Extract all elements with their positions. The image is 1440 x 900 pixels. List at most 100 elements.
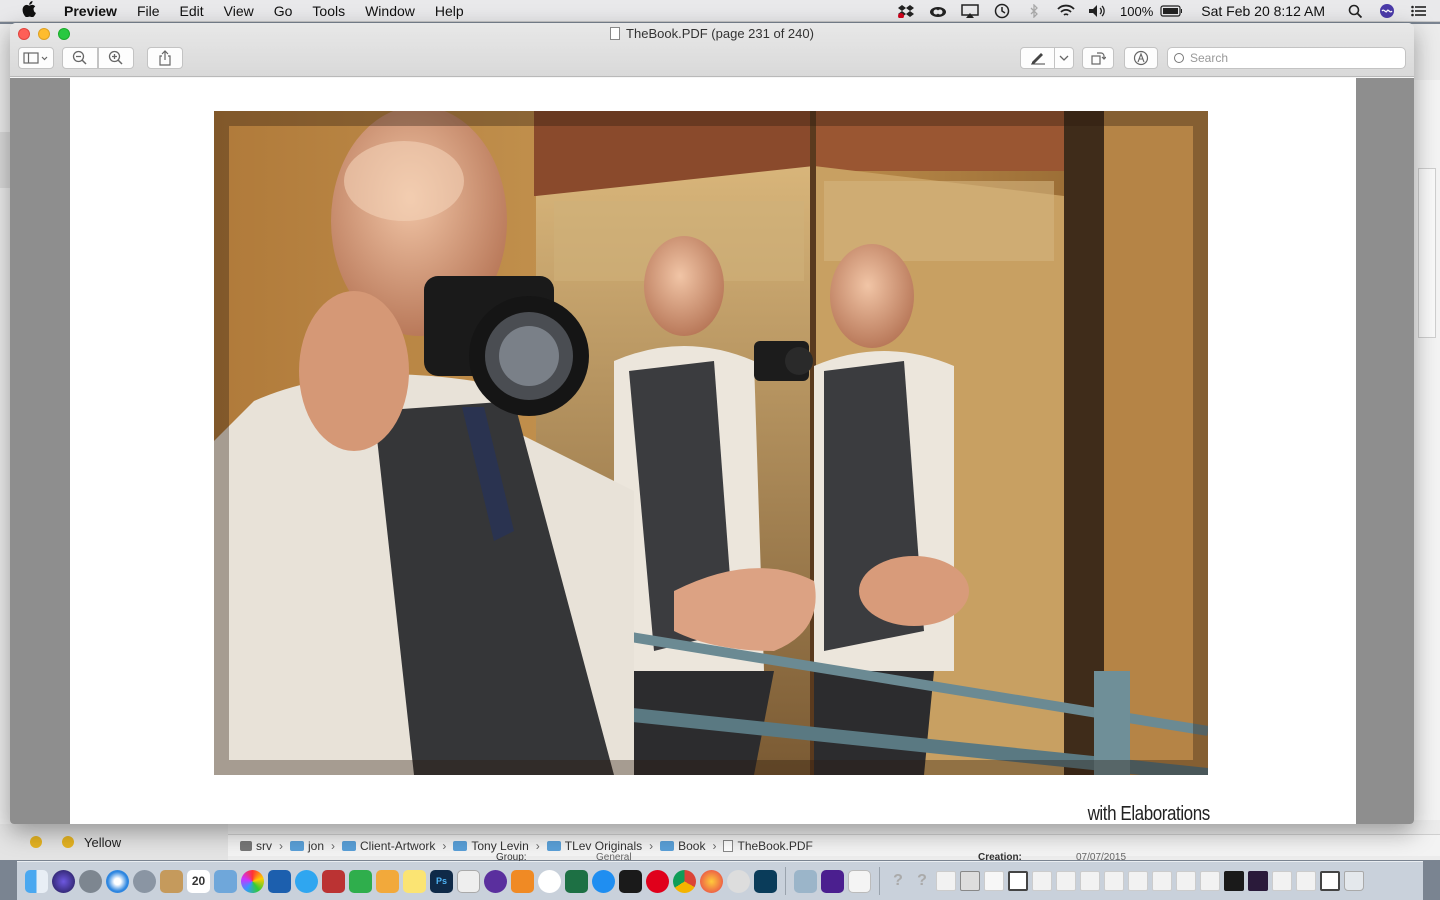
menu-file[interactable]: File [127, 3, 170, 19]
minimized-window-icon[interactable] [1320, 871, 1340, 891]
minimized-window-icon[interactable] [1032, 871, 1052, 891]
chevron-right-icon: › [279, 838, 283, 853]
path-item-jon[interactable]: jon [290, 839, 324, 853]
notes-icon[interactable] [403, 869, 426, 893]
menu-tools[interactable]: Tools [302, 3, 355, 19]
chevron-right-icon: › [712, 838, 717, 853]
volume-icon[interactable] [1087, 3, 1109, 19]
minimized-window-icon[interactable] [960, 871, 980, 891]
minimized-window-icon[interactable] [1056, 871, 1076, 891]
path-item-tlev-originals[interactable]: TLev Originals [546, 839, 642, 853]
markup-dropdown-button[interactable] [1054, 47, 1074, 69]
minimized-window-icon[interactable] [1296, 871, 1316, 891]
menubar-clock[interactable]: Sat Feb 20 8:12 AM [1201, 3, 1325, 19]
disk-utility-icon[interactable] [754, 869, 777, 893]
rotate-button[interactable] [1082, 47, 1114, 69]
launchpad-icon[interactable] [133, 869, 156, 893]
markup-toolbar-button[interactable] [1124, 47, 1158, 69]
photo-booth-icon[interactable] [322, 869, 345, 893]
preview-icon[interactable] [794, 869, 817, 893]
menu-help[interactable]: Help [425, 3, 474, 19]
path-item-srv[interactable]: srv [240, 839, 272, 853]
pdf-document-icon [610, 27, 621, 40]
sidebar-toggle-button[interactable] [18, 47, 54, 69]
photos-icon[interactable] [241, 869, 264, 893]
system-preferences-icon[interactable] [79, 869, 102, 893]
minimized-window-icon[interactable] [1152, 871, 1172, 891]
dock-separator [879, 867, 880, 895]
messenger-icon[interactable] [268, 869, 291, 893]
numbers-icon[interactable] [349, 869, 372, 893]
menu-view[interactable]: View [214, 3, 264, 19]
time-machine-icon[interactable] [991, 3, 1013, 19]
battery-icon[interactable] [1160, 3, 1183, 19]
apple-menu-icon[interactable] [20, 0, 38, 21]
menu-bar: Preview File Edit View Go Tools Window H… [0, 0, 1440, 22]
zoom-out-button[interactable] [62, 47, 98, 69]
path-item-client-artwork[interactable]: Client-Artwork [342, 839, 435, 853]
menu-edit[interactable]: Edit [170, 3, 214, 19]
minimized-window-icon[interactable] [1200, 871, 1220, 891]
menu-window[interactable]: Window [355, 3, 425, 19]
imovie-icon[interactable] [484, 869, 507, 893]
minimized-window-icon[interactable] [1080, 871, 1100, 891]
menu-go[interactable]: Go [264, 3, 303, 19]
minimized-window-icon[interactable] [1104, 871, 1124, 891]
bluetooth-icon[interactable] [1023, 3, 1045, 19]
path-item-thebook-pdf[interactable]: TheBook.PDF [723, 839, 813, 853]
dropbox-icon[interactable] [895, 3, 917, 19]
share-icon [159, 50, 171, 66]
airplay-icon[interactable] [959, 3, 981, 19]
minimized-window-icon[interactable] [1008, 871, 1028, 891]
app-store-icon[interactable] [592, 869, 615, 893]
amazon-music-icon[interactable] [821, 869, 844, 893]
markup-pen-button[interactable] [1020, 47, 1056, 69]
contacts-icon[interactable] [160, 869, 183, 893]
bbedit-icon[interactable] [727, 869, 750, 893]
photoshop-icon[interactable]: Ps [430, 869, 453, 893]
chrome-icon[interactable] [673, 869, 696, 893]
notification-center-icon[interactable] [1408, 3, 1430, 19]
minimized-window-icon[interactable] [984, 871, 1004, 891]
document-view[interactable]: with Elaborations [10, 78, 1414, 824]
minimized-window-icon[interactable] [1248, 871, 1268, 891]
opera-icon[interactable] [646, 869, 669, 893]
trash-icon[interactable] [1344, 871, 1364, 891]
background-scrollbar[interactable] [1418, 168, 1436, 338]
siri-icon[interactable] [1376, 3, 1398, 19]
minimized-window-icon[interactable] [1128, 871, 1148, 891]
help-icon[interactable]: ? [888, 871, 908, 891]
spotlight-search-icon[interactable] [1344, 3, 1366, 19]
mail-icon[interactable] [214, 869, 237, 893]
minimized-window-icon[interactable] [1176, 871, 1196, 891]
safari-icon[interactable] [106, 869, 129, 893]
firefox-icon[interactable] [700, 869, 723, 893]
zoom-in-icon [108, 50, 123, 65]
chevron-right-icon: › [649, 838, 654, 853]
help-icon[interactable]: ? [912, 871, 932, 891]
search-field[interactable]: Search [1167, 47, 1406, 69]
app-menu[interactable]: Preview [54, 3, 127, 19]
path-item-book[interactable]: Book [660, 839, 705, 853]
window-toolbar: TheBook.PDF (page 231 of 240) Search [10, 23, 1414, 77]
siri-dock-icon[interactable] [52, 869, 75, 893]
zoom-in-button[interactable] [98, 47, 134, 69]
textedit-icon[interactable] [457, 869, 480, 893]
messages-icon[interactable] [295, 869, 318, 893]
excel-icon[interactable] [565, 869, 588, 893]
calendar-icon[interactable]: 20 [187, 869, 210, 893]
minimized-window-icon[interactable] [936, 871, 956, 891]
terminal-icon[interactable] [619, 869, 642, 893]
finder-icon[interactable] [25, 869, 48, 893]
minimized-window-icon[interactable] [1224, 871, 1244, 891]
wifi-icon[interactable] [1055, 3, 1077, 19]
minimized-window-icon[interactable] [1272, 871, 1292, 891]
music-icon[interactable] [538, 869, 561, 893]
pages-icon[interactable] [376, 869, 399, 893]
path-item-tony-levin[interactable]: Tony Levin [453, 839, 529, 853]
creative-cloud-icon[interactable] [927, 3, 949, 19]
share-button[interactable] [147, 47, 183, 69]
finder-tag-yellow[interactable]: Yellow [0, 824, 228, 860]
books-icon[interactable] [511, 869, 534, 893]
document-icon[interactable] [848, 869, 871, 893]
